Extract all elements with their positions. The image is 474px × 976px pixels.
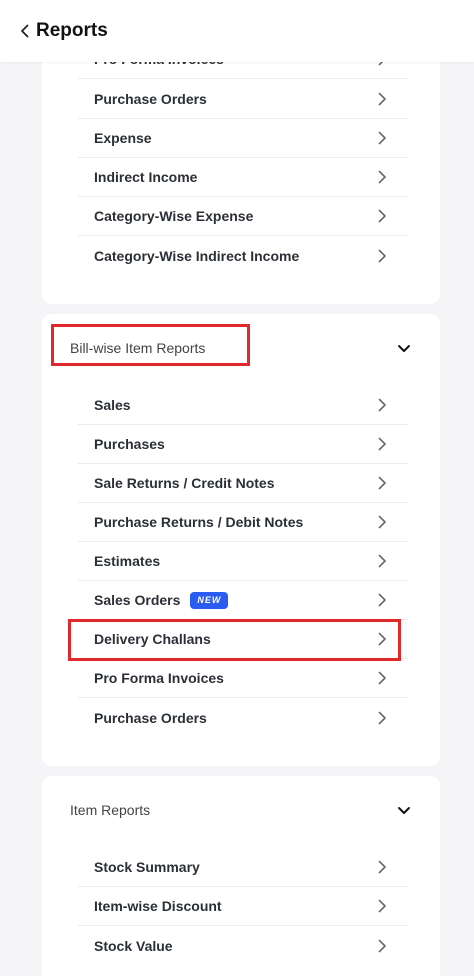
chevron-right-icon xyxy=(378,899,386,913)
chevron-right-icon xyxy=(378,711,386,724)
chevron-right-icon xyxy=(378,632,386,646)
page-title: Reports xyxy=(36,20,108,41)
report-item-sale-returns[interactable]: Sale Returns / Credit Notes xyxy=(78,464,408,503)
report-item-estimates[interactable]: Estimates xyxy=(78,542,408,581)
chevron-right-icon xyxy=(378,92,386,106)
chevron-right-icon xyxy=(378,939,386,952)
report-item-purchase-orders[interactable]: Purchase Orders xyxy=(78,80,408,119)
report-item-purchase-returns[interactable]: Purchase Returns / Debit Notes xyxy=(78,503,408,542)
report-item-sales[interactable]: Sales xyxy=(78,386,408,425)
chevron-right-icon xyxy=(378,860,386,874)
section-title: Bill-wise Item Reports xyxy=(70,340,206,356)
chevron-right-icon xyxy=(378,593,386,607)
app-header: Reports xyxy=(0,0,474,62)
bill-wise-item-reports-card: Bill-wise Item Reports Sales Purchases S… xyxy=(42,314,440,766)
report-item-category-wise-expense[interactable]: Category-Wise Expense xyxy=(78,197,408,236)
item-reports-card: Item Reports Stock Summary Item-wise Dis… xyxy=(42,776,440,976)
chevron-right-icon xyxy=(378,476,386,490)
report-item-stock-value[interactable]: Stock Value xyxy=(78,926,408,965)
new-badge: NEW xyxy=(190,591,229,609)
report-item-purchases[interactable]: Purchases xyxy=(78,425,408,464)
item-reports-section-header[interactable]: Item Reports xyxy=(70,790,416,830)
sales-orders-label: Sales Orders xyxy=(94,592,181,608)
chevron-right-icon xyxy=(378,131,386,145)
chevron-down-icon xyxy=(398,807,410,814)
report-item-delivery-challans[interactable]: Delivery Challans xyxy=(78,620,408,659)
report-item-expense[interactable]: Expense xyxy=(78,119,408,158)
chevron-down-icon xyxy=(398,345,410,352)
chevron-right-icon xyxy=(378,671,386,685)
chevron-right-icon xyxy=(378,515,386,529)
report-item-purchase-orders-billwise[interactable]: Purchase Orders xyxy=(78,698,408,737)
report-item-category-wise-indirect-income[interactable]: Category-Wise Indirect Income xyxy=(78,236,408,275)
report-item-item-wise-discount[interactable]: Item-wise Discount xyxy=(78,887,408,926)
section-title: Item Reports xyxy=(70,802,151,818)
chevron-left-icon xyxy=(21,24,29,38)
chevron-right-icon xyxy=(378,437,386,451)
transaction-reports-card: Pro Forma Invoices Purchase Orders Expen… xyxy=(42,40,440,304)
report-item-stock-summary[interactable]: Stock Summary xyxy=(78,848,408,887)
bill-wise-section-header[interactable]: Bill-wise Item Reports xyxy=(70,328,416,368)
report-item-pro-forma-invoices[interactable]: Pro Forma Invoices xyxy=(78,659,408,698)
chevron-right-icon xyxy=(378,398,386,412)
chevron-right-icon xyxy=(378,170,386,184)
report-item-sales-orders[interactable]: Sales Orders NEW xyxy=(78,581,408,620)
chevron-right-icon xyxy=(378,209,386,223)
report-item-indirect-income[interactable]: Indirect Income xyxy=(78,158,408,197)
chevron-right-icon xyxy=(378,554,386,568)
chevron-right-icon xyxy=(378,249,386,262)
